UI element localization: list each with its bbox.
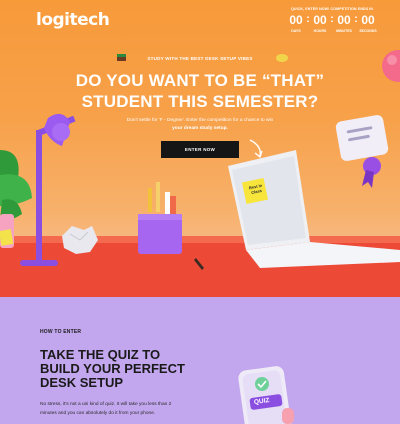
tagline-row: STUDY WITH THE BEST DESK SETUP VIBES [0, 56, 400, 61]
hero-headline: DO YOU WANT TO BE “THAT” STUDENT THIS SE… [0, 70, 400, 112]
how-to-enter-section: HOW TO ENTER TAKE THE QUIZ TO BUILD YOUR… [0, 297, 400, 424]
hero-subcopy: Don't settle for 'F - Degree'. Enter the… [0, 117, 400, 133]
section-body: No stress, it's not a uni kind of quiz. … [40, 400, 230, 418]
check-icon [255, 377, 269, 391]
body-line-2: minutes and you can absolutely do it fro… [40, 411, 156, 416]
headline-line-1: DO YOU WANT TO BE “THAT” [75, 71, 325, 90]
heading-line-3: DESK SETUP [40, 375, 124, 390]
section-heading: TAKE THE QUIZ TO BUILD YOUR PERFECT DESK… [40, 348, 210, 390]
body-line-1: No stress, it's not a uni kind of quiz. … [40, 402, 172, 407]
hero-tagline: STUDY WITH THE BEST DESK SETUP VIBES [147, 56, 253, 61]
subcopy-line-2: your dream study setup. [172, 126, 228, 131]
section-label: HOW TO ENTER [40, 329, 82, 335]
heading-line-2: BUILD YOUR PERFECT [40, 361, 185, 376]
hero-section: logitech QUICK, ENTER NOW! COMPETITION E… [0, 0, 400, 297]
headline-line-2: STUDENT THIS SEMESTER? [81, 92, 319, 111]
enter-now-button[interactable]: ENTER NOW [161, 141, 239, 158]
pen-holder-icon [138, 182, 182, 254]
phone-illustration [238, 366, 294, 424]
subcopy-line-1: Don't settle for 'F - Degree'. Enter the… [126, 118, 274, 123]
heading-line-1: TAKE THE QUIZ TO [40, 347, 161, 362]
